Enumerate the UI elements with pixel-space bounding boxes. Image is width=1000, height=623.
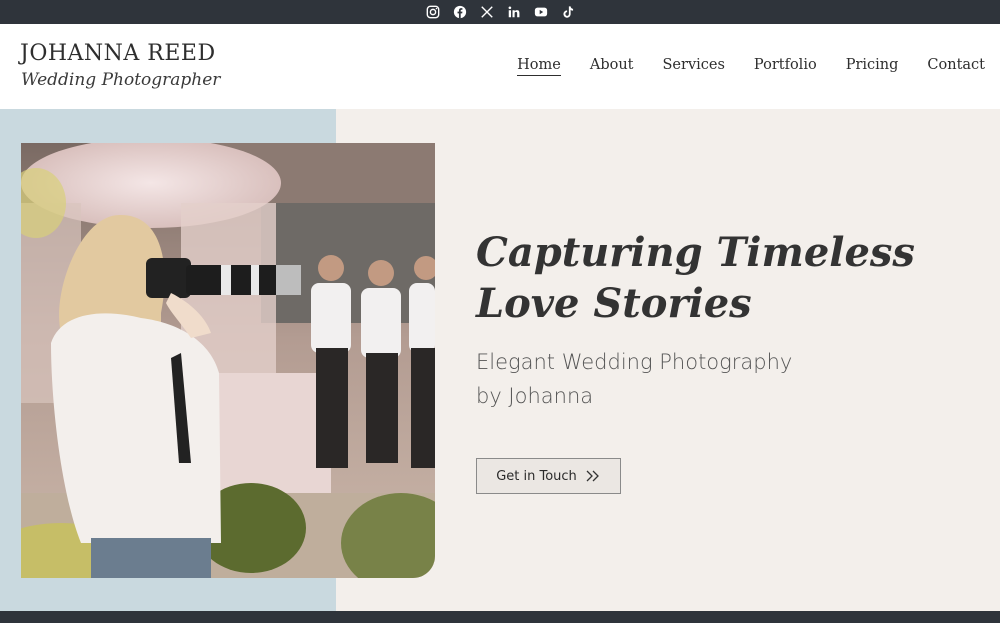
linkedin-icon[interactable]	[507, 5, 521, 19]
double-chevron-right-icon	[585, 470, 601, 482]
nav-home[interactable]: Home	[517, 57, 561, 76]
brand-tagline: Wedding Photographer	[21, 70, 221, 90]
nav-contact[interactable]: Contact	[927, 57, 985, 76]
site-header: JOHANNA REED Wedding Photographer Home A…	[0, 24, 1000, 109]
hero-subtitle-line-2: by Johanna	[476, 384, 594, 408]
nav-pricing[interactable]: Pricing	[846, 57, 899, 76]
hero-subtitle-line-1: Elegant Wedding Photography	[476, 350, 793, 374]
x-icon[interactable]	[480, 5, 494, 19]
cta-label: Get in Touch	[496, 468, 577, 484]
main-nav: Home About Services Portfolio Pricing Co…	[517, 57, 985, 76]
hero-title: Capturing Timeless Love Stories	[476, 227, 956, 329]
brand-name[interactable]: JOHANNA REED	[20, 41, 216, 66]
nav-portfolio[interactable]: Portfolio	[754, 57, 817, 76]
nav-about[interactable]: About	[590, 57, 634, 76]
footer-strip	[0, 611, 1000, 623]
hero-subtitle: Elegant Wedding Photography by Johanna	[476, 345, 896, 413]
get-in-touch-button[interactable]: Get in Touch	[476, 458, 621, 494]
instagram-icon[interactable]	[426, 5, 440, 19]
hero-photo	[21, 143, 435, 578]
facebook-icon[interactable]	[453, 5, 467, 19]
social-bar	[0, 0, 1000, 24]
hero-title-line-1: Capturing Timeless	[476, 229, 915, 276]
hero-section: Capturing Timeless Love Stories Elegant …	[0, 109, 1000, 611]
hero-title-line-2: Love Stories	[476, 280, 752, 327]
youtube-icon[interactable]	[534, 5, 548, 19]
nav-services[interactable]: Services	[663, 57, 725, 76]
tiktok-icon[interactable]	[561, 5, 575, 19]
